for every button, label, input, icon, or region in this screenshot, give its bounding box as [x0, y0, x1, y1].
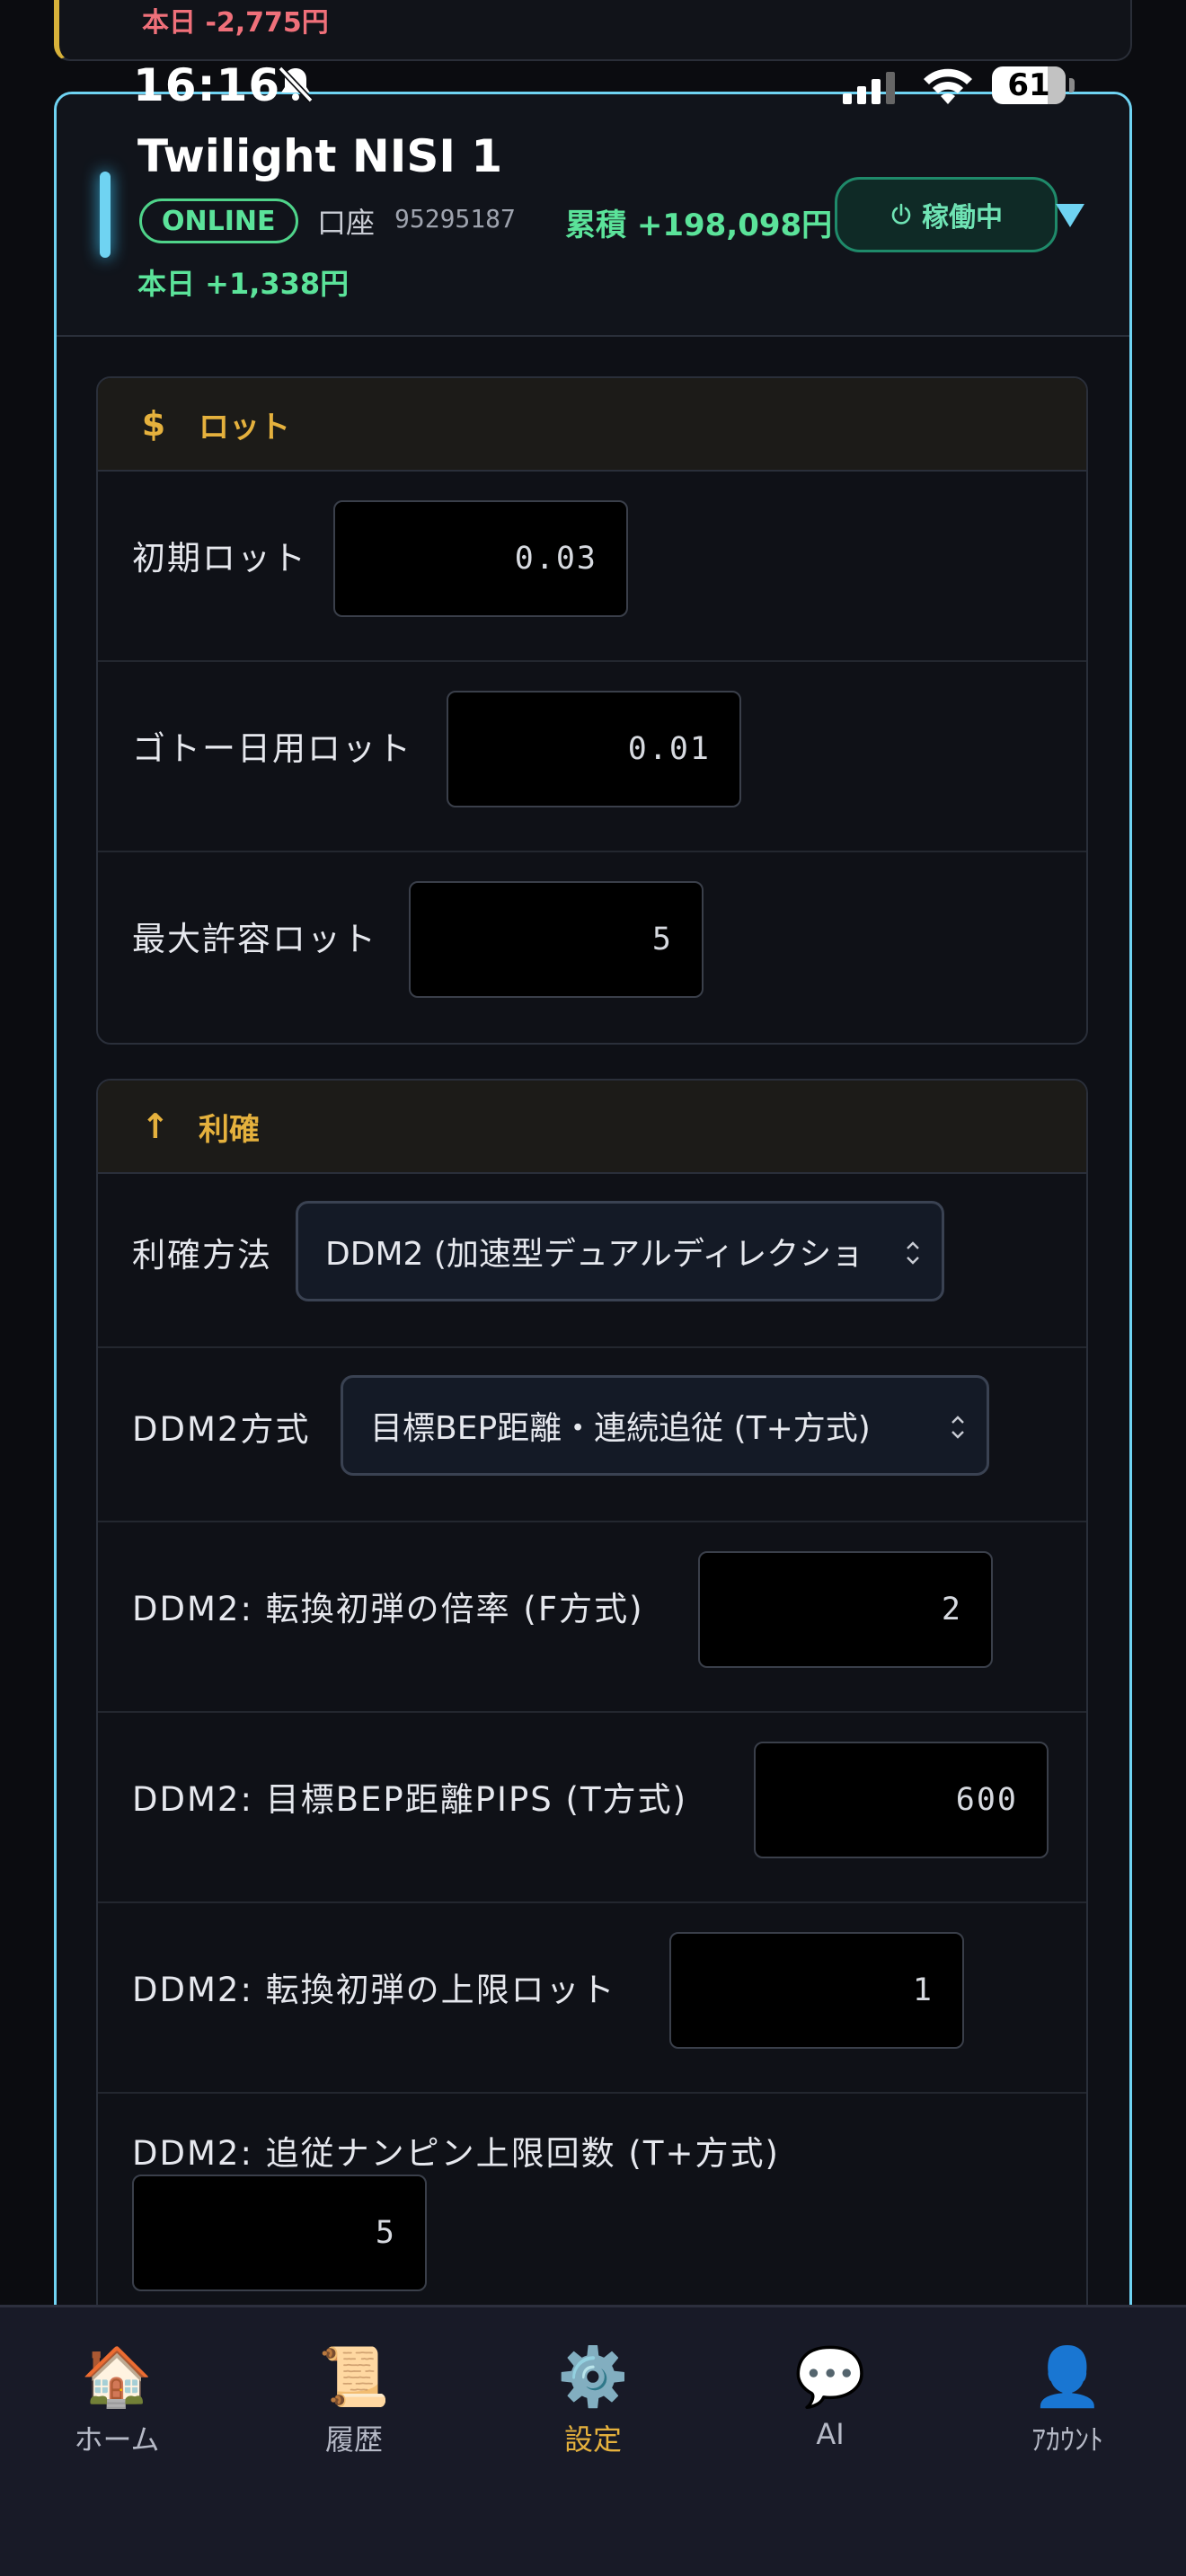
ddm2-max-first-lot-label: DDM2: 転換初弾の上限ロット — [132, 1971, 616, 2009]
cellular-signal-icon — [843, 72, 895, 104]
lot-section-header: $ ロット — [98, 378, 1086, 472]
setting-row-ddm2-max-first-lot: DDM2: 転換初弾の上限ロット — [98, 1903, 1086, 2094]
max-lot-input[interactable] — [409, 881, 704, 998]
ddm2-first-multiplier-label: DDM2: 転換初弾の倍率 (F方式) — [132, 1590, 644, 1628]
take-profit-section: ↑ 利確 利確方法 DDM2 (加速型デュアルディレクショ DDM2方式 目標B… — [96, 1079, 1088, 2424]
chat-bubble-icon: 💬 — [794, 2344, 866, 2411]
ddm2-mode-value: 目標BEP距離・連続追従 (T+方式) — [370, 1410, 871, 1447]
lot-section-title: ロット — [199, 409, 290, 446]
bot-card: Twilight NISI 1 ONLINE 口座 95295187 累積 +1… — [54, 92, 1132, 2427]
running-toggle-button[interactable]: 稼働中 — [835, 177, 1058, 252]
setting-row-goto-lot: ゴトー日用ロット — [98, 662, 1086, 852]
power-icon — [891, 203, 911, 225]
active-indicator — [100, 172, 111, 258]
setting-row-ddm2-first-multiplier: DDM2: 転換初弾の倍率 (F方式) — [98, 1522, 1086, 1713]
scroll-icon: 📜 — [318, 2344, 390, 2411]
previous-today-loss: 本日 -2,775円 — [142, 7, 329, 39]
tp-method-value: DDM2 (加速型デュアルディレクショ — [325, 1236, 864, 1273]
bot-name: Twilight NISI 1 — [137, 130, 503, 182]
account-number: 95295187 — [394, 204, 516, 234]
nav-item-account[interactable]: 👤 ｱｶｳﾝﾄ — [987, 2343, 1148, 2458]
previous-bot-card[interactable]: 本日 -2,775円 — [54, 0, 1132, 61]
nav-item-settings[interactable]: ⚙️ 設定 — [512, 2343, 674, 2458]
nav-item-history[interactable]: 📜 履歴 — [273, 2343, 435, 2458]
running-label: 稼働中 — [922, 202, 1003, 234]
today-profit: 本日 +1,338円 — [137, 267, 350, 301]
wifi-icon — [924, 68, 972, 104]
dollar-icon: $ — [141, 404, 166, 444]
ddm2-mode-select[interactable]: 目標BEP距離・連続追従 (T+方式) — [341, 1375, 989, 1476]
battery-icon: 61 — [992, 66, 1075, 104]
setting-row-max-lot: 最大許容ロット — [98, 852, 1086, 1043]
tp-method-label: 利確方法 — [132, 1236, 272, 1275]
nav-label-settings: 設定 — [563, 2422, 622, 2457]
ddm2-nanpin-limit-label: DDM2: 追従ナンピン上限回数 (T+方式) — [132, 2134, 780, 2173]
goto-day-lot-input[interactable] — [447, 691, 741, 807]
nav-label-account: ｱｶｳﾝﾄ — [1031, 2422, 1103, 2457]
ddm2-bep-pips-label: DDM2: 目標BEP距離PIPS (T方式) — [132, 1780, 688, 1819]
account-label: 口座 — [317, 206, 376, 240]
cumulative-profit: 累積 +198,098円 — [565, 207, 833, 243]
battery-level: 61 — [1007, 67, 1050, 103]
house-icon: 🏠 — [81, 2344, 153, 2411]
nav-item-home[interactable]: 🏠 ホーム — [36, 2343, 198, 2458]
nav-label-ai: AI — [816, 2417, 845, 2451]
lot-section: $ ロット 初期ロット ゴトー日用ロット 最大許容ロット — [96, 376, 1088, 1045]
select-arrows-icon — [907, 1241, 919, 1265]
user-icon: 👤 — [1031, 2344, 1103, 2411]
setting-row-tp-method: 利確方法 DDM2 (加速型デュアルディレクショ — [98, 1174, 1086, 1348]
take-profit-section-title: 利確 — [199, 1111, 260, 1148]
gear-icon: ⚙️ — [557, 2344, 629, 2411]
setting-row-ddm2-mode: DDM2方式 目標BEP距離・連続追従 (T+方式) — [98, 1348, 1086, 1522]
ddm2-nanpin-limit-input[interactable] — [132, 2175, 427, 2291]
bell-muted-icon — [278, 66, 314, 103]
triangle-down-icon[interactable] — [1054, 202, 1086, 229]
ddm2-bep-pips-input[interactable] — [754, 1742, 1049, 1858]
select-arrows-icon — [951, 1416, 964, 1439]
nav-label-home: ホーム — [74, 2422, 160, 2457]
ddm2-mode-label: DDM2方式 — [132, 1410, 311, 1449]
max-lot-label: 最大許容ロット — [132, 920, 377, 958]
initial-lot-input[interactable] — [333, 500, 628, 617]
goto-day-lot-label: ゴトー日用ロット — [132, 729, 412, 768]
setting-row-ddm2-bep-pips: DDM2: 目標BEP距離PIPS (T方式) — [98, 1713, 1086, 1903]
setting-row-initial-lot: 初期ロット — [98, 472, 1086, 662]
bottom-navigation: 🏠 ホーム 📜 履歴 ⚙️ 設定 💬 AI 👤 ｱｶｳﾝﾄ — [0, 2305, 1186, 2576]
nav-label-history: 履歴 — [324, 2422, 383, 2457]
ddm2-max-first-lot-input[interactable] — [669, 1932, 964, 2049]
ddm2-first-multiplier-input[interactable] — [698, 1551, 993, 1668]
take-profit-section-header: ↑ 利確 — [98, 1081, 1086, 1174]
online-status-badge: ONLINE — [139, 198, 298, 243]
arrow-up-icon: ↑ — [141, 1107, 170, 1146]
status-time: 16:16 — [133, 59, 281, 111]
nav-item-ai[interactable]: 💬 AI — [749, 2343, 911, 2451]
bot-card-header[interactable]: Twilight NISI 1 ONLINE 口座 95295187 累積 +1… — [57, 94, 1129, 337]
tp-method-select[interactable]: DDM2 (加速型デュアルディレクショ — [296, 1201, 944, 1301]
status-bar: 16:16 61 — [0, 54, 1186, 126]
initial-lot-label: 初期ロット — [132, 539, 307, 578]
